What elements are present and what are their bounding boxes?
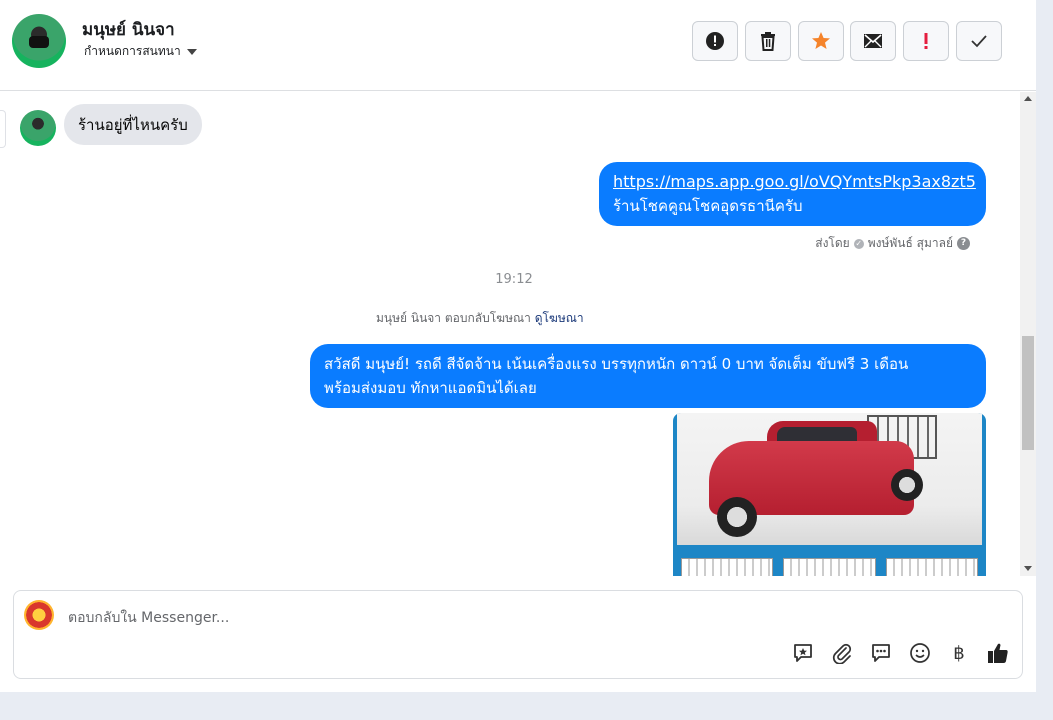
reply-composer[interactable]: ตอบกลับใน Messenger... ฿: [13, 590, 1023, 679]
contact-avatar-small: [20, 110, 56, 146]
page-avatar: [24, 600, 54, 630]
reply-note-text: มนุษย์ นินจา ตอบกลับโฆษณา: [376, 311, 531, 325]
sent-by-prefix: ส่งโดย: [815, 236, 850, 250]
sender-name: พงษ์พันธ์ สุมาลย์: [867, 236, 953, 250]
exclamation-icon: [924, 33, 928, 49]
ad-image[interactable]: [673, 413, 986, 576]
thumbs-up-icon[interactable]: [986, 641, 1010, 665]
contact-avatar[interactable]: [12, 14, 66, 68]
pickup-truck-photo: [677, 413, 982, 545]
ad-thumbnails: [677, 558, 982, 576]
outgoing-message: https://maps.app.goo.gl/oVQYmtsPkp3ax8zt…: [599, 162, 986, 226]
important-button[interactable]: [903, 21, 949, 61]
saved-reply-icon[interactable]: [791, 641, 815, 665]
check-icon: [971, 35, 987, 48]
baht-icon[interactable]: ฿: [947, 641, 971, 665]
scroll-down-icon[interactable]: [1024, 566, 1032, 571]
side-tab[interactable]: [0, 110, 6, 148]
conversation-panel: มนุษย์ นินจา กำหนดการสนทนา ร้านอยู่ที่ไห…: [0, 0, 1036, 692]
message-icon[interactable]: [869, 641, 893, 665]
maps-link[interactable]: https://maps.app.goo.gl/oVQYmtsPkp3ax8zt…: [613, 170, 976, 194]
assign-conversation-dropdown[interactable]: กำหนดการสนทนา: [84, 42, 197, 61]
spam-button[interactable]: [692, 21, 738, 61]
window-edge: [1036, 0, 1053, 720]
mark-unread-button[interactable]: [850, 21, 896, 61]
trash-icon: [761, 32, 775, 51]
delete-button[interactable]: [745, 21, 791, 61]
ad-reply-note: มนุษย์ นินจา ตอบกลับโฆษณา ดูโฆษณา: [376, 309, 584, 328]
help-icon[interactable]: ?: [957, 237, 970, 250]
view-ad-link[interactable]: ดูโฆษณา: [535, 311, 584, 325]
alert-circle-icon: [706, 32, 724, 50]
window-edge-bottom: [0, 692, 1053, 720]
reply-input[interactable]: ตอบกลับใน Messenger...: [68, 607, 229, 629]
done-button[interactable]: [956, 21, 1002, 61]
message-line: สวัสดี มนุษย์! รถดี สีจัดจ้าน เน้นเครื่อ…: [324, 355, 909, 373]
envelope-icon: [864, 34, 882, 48]
scrollbar[interactable]: [1020, 92, 1036, 576]
sent-by-info: ส่งโดย ✓ พงษ์พันธ์ สุมาลย์ ?: [815, 234, 970, 253]
star-icon: [812, 32, 830, 49]
scrollbar-thumb[interactable]: [1022, 336, 1034, 450]
message-text: ร้านโชคคูณโชคอุดรธานีครับ: [613, 197, 803, 215]
timestamp: 19:12: [495, 272, 533, 287]
emoji-icon[interactable]: [908, 641, 932, 665]
star-button[interactable]: [798, 21, 844, 61]
message-line: พร้อมส่งมอบ ทักหาแอดมินได้เลย: [324, 379, 537, 397]
contact-name[interactable]: มนุษย์ นินจา: [82, 16, 175, 43]
message-list[interactable]: ร้านอยู่ที่ไหนครับ https://maps.app.goo.…: [0, 92, 1020, 576]
incoming-message: ร้านอยู่ที่ไหนครับ: [64, 104, 202, 145]
attachment-icon[interactable]: [830, 641, 854, 665]
scroll-up-icon[interactable]: [1024, 96, 1032, 101]
composer-toolbar: ฿: [791, 641, 1010, 665]
assign-label: กำหนดการสนทนา: [84, 44, 181, 58]
verified-icon: ✓: [853, 238, 864, 249]
conversation-header: มนุษย์ นินจา กำหนดการสนทนา: [0, 0, 1036, 91]
outgoing-ad-message: สวัสดี มนุษย์! รถดี สีจัดจ้าน เน้นเครื่อ…: [310, 344, 986, 408]
caret-down-icon: [186, 48, 197, 55]
